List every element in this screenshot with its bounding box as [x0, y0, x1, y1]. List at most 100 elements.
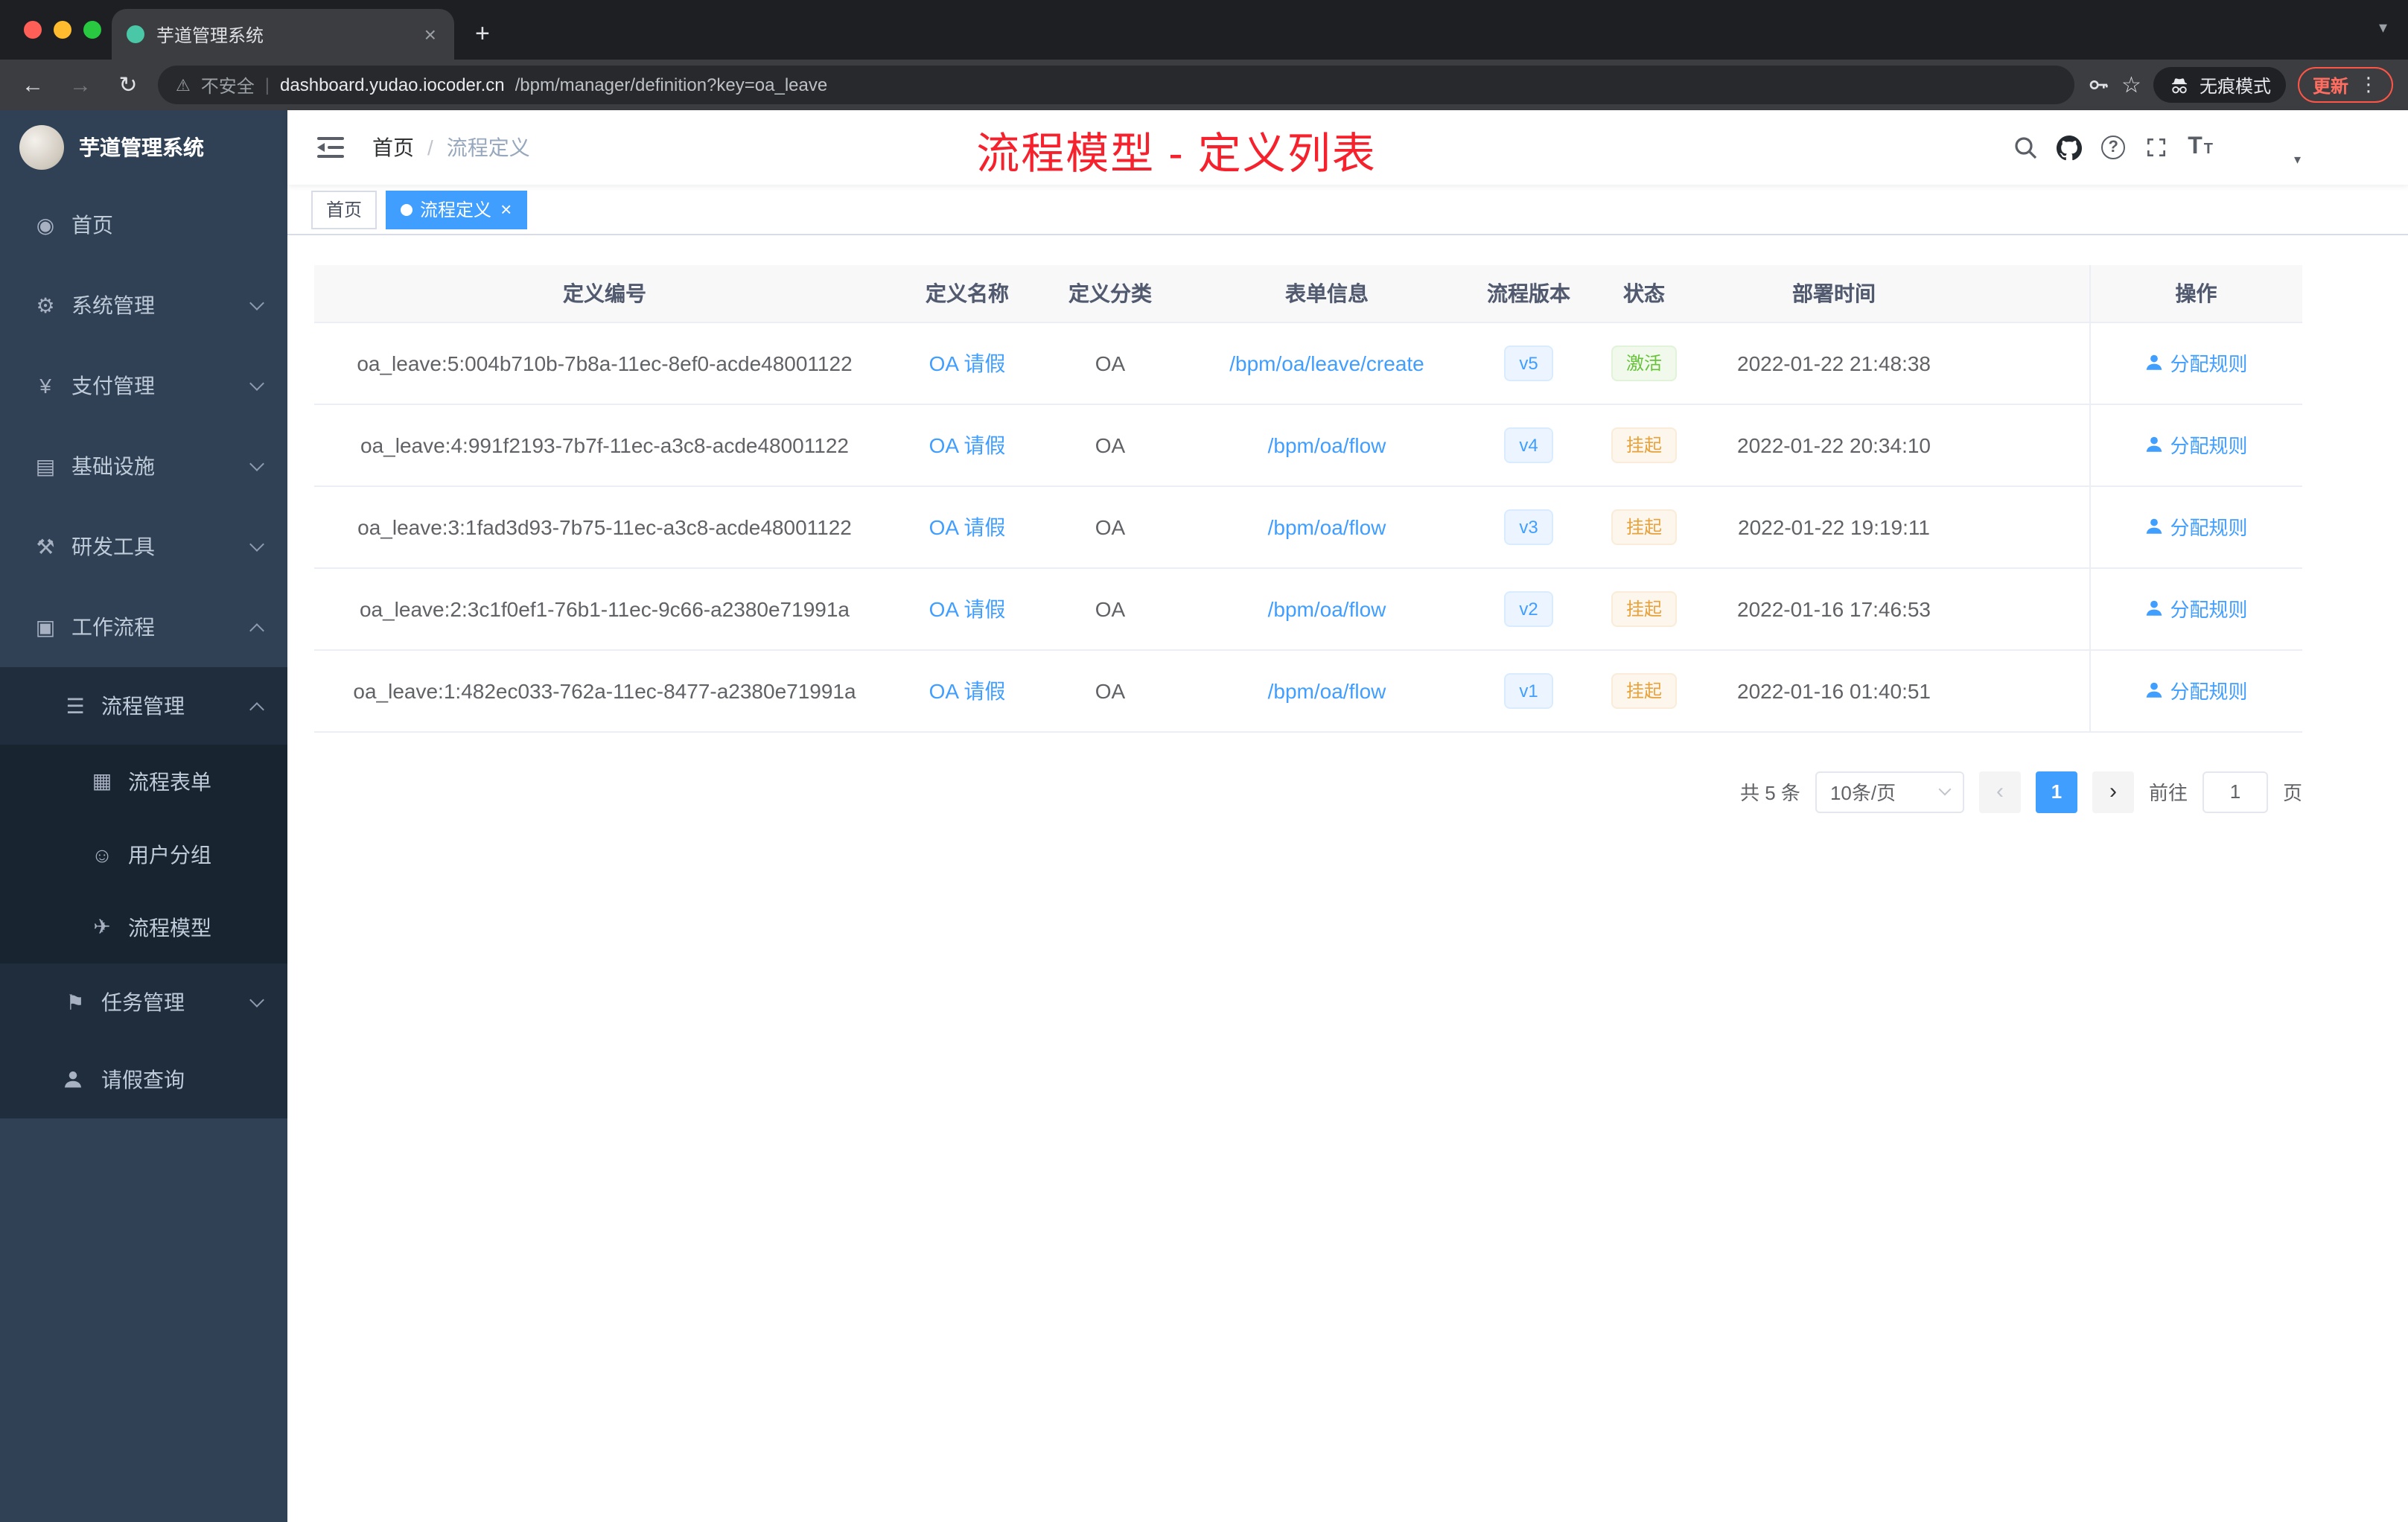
deploy-time: 2022-01-16 01:40:51: [1704, 649, 1964, 732]
user-avatar[interactable]: ▾: [2241, 124, 2301, 171]
chevron-down-icon: [249, 375, 264, 390]
bookmark-star-icon[interactable]: ☆: [2121, 71, 2141, 98]
browser-menu-icon[interactable]: ⋮: [2359, 73, 2378, 97]
col-filler: [1964, 265, 2089, 322]
sidebar-item-system-management[interactable]: ⚙ 系统管理: [0, 265, 287, 346]
definition-category: OA: [1039, 649, 1181, 732]
sidebar-item-dev-tools[interactable]: ⚒ 研发工具: [0, 506, 287, 587]
new-tab-button[interactable]: +: [475, 19, 490, 49]
password-key-icon[interactable]: [2086, 73, 2109, 97]
sidebar-item-process-model[interactable]: ✈ 流程模型: [0, 891, 287, 964]
minimize-window-button[interactable]: [54, 21, 71, 39]
update-chrome-button[interactable]: 更新 ⋮: [2297, 67, 2393, 103]
assign-rule-button[interactable]: 分配规则: [2144, 430, 2248, 459]
assign-rule-button[interactable]: 分配规则: [2144, 676, 2248, 704]
form-link[interactable]: /bpm/oa/flow: [1268, 596, 1386, 620]
definition-name-link[interactable]: OA 请假: [929, 596, 1006, 620]
assign-rule-button[interactable]: 分配规则: [2144, 512, 2248, 541]
sidebar-item-infrastructure[interactable]: ▤ 基础设施: [0, 426, 287, 506]
sidebar-item-workflow[interactable]: ▣ 工作流程: [0, 587, 287, 667]
sidebar-toggle-icon[interactable]: [311, 136, 350, 159]
table-row: oa_leave:3:1fad3d93-7b75-11ec-a3c8-acde4…: [314, 485, 2302, 568]
form-link[interactable]: /bpm/oa/flow: [1268, 678, 1386, 702]
tag-home[interactable]: 首页: [311, 190, 378, 229]
yen-icon: ¥: [39, 374, 51, 398]
flag-icon: ⚑: [66, 990, 85, 1013]
tab-strip: 芋道管理系统 × + ▾: [0, 0, 2408, 60]
maximize-window-button[interactable]: [83, 21, 101, 39]
chevron-down-icon: [249, 992, 264, 1007]
definition-table: 定义编号 定义名称 定义分类 表单信息 流程版本 状态 部署时间 操作 oa_l…: [314, 265, 2302, 732]
col-actions: 操作: [2089, 265, 2302, 322]
url-path: /bpm/manager/definition?key=oa_leave: [515, 74, 828, 95]
col-status: 状态: [1584, 265, 1704, 322]
address-bar[interactable]: ⚠ 不安全 | dashboard.yudao.iocoder.cn/bpm/m…: [158, 66, 2074, 104]
page-size-select[interactable]: 10条/页: [1815, 771, 1964, 812]
reload-button[interactable]: ↻: [110, 71, 146, 98]
sidebar-item-process-form[interactable]: ▦ 流程表单: [0, 745, 287, 818]
tab-favicon-icon: [127, 25, 144, 43]
sidebar-item-process-management[interactable]: ☰ 流程管理: [0, 667, 287, 745]
sidebar-item-leave-query[interactable]: 请假查询: [0, 1041, 287, 1118]
version-badge: v4: [1504, 427, 1553, 462]
prev-page-button[interactable]: ‹: [1978, 771, 2021, 812]
col-deploy-time: 部署时间: [1704, 265, 1964, 322]
user-icon: [63, 1069, 88, 1090]
tag-close-icon[interactable]: ×: [500, 198, 512, 220]
close-window-button[interactable]: [24, 21, 42, 39]
form-link[interactable]: /bpm/oa/leave/create: [1229, 351, 1424, 375]
back-button[interactable]: ←: [15, 72, 51, 98]
github-icon[interactable]: [2057, 135, 2083, 160]
status-badge: 挂起: [1611, 672, 1677, 708]
assign-rule-button[interactable]: 分配规则: [2144, 348, 2248, 377]
tab-title: 芋道管理系统: [156, 25, 264, 45]
search-icon[interactable]: [2013, 136, 2037, 159]
definition-name-link[interactable]: OA 请假: [929, 678, 1006, 702]
form-icon: ▦: [92, 768, 112, 792]
user-icon: [2144, 517, 2164, 536]
browser-tab[interactable]: 芋道管理系统 ×: [112, 9, 454, 60]
tag-process-definition[interactable]: 流程定义 ×: [386, 190, 527, 229]
col-definition-name: 定义名称: [895, 265, 1039, 322]
breadcrumb-separator: /: [427, 136, 433, 159]
font-size-icon[interactable]: TT: [2188, 134, 2213, 161]
form-link[interactable]: /bpm/oa/flow: [1268, 433, 1386, 456]
tab-close-icon[interactable]: ×: [421, 22, 439, 46]
assign-rule-button[interactable]: 分配规则: [2144, 594, 2248, 623]
next-page-button[interactable]: ›: [2092, 771, 2134, 812]
breadcrumb-home[interactable]: 首页: [372, 133, 414, 162]
forward-button[interactable]: →: [63, 72, 98, 98]
infrastructure-icon: ▤: [35, 453, 56, 477]
dashboard-icon: ◉: [36, 212, 55, 236]
definition-id: oa_leave:5:004b710b-7b8a-11ec-8ef0-acde4…: [314, 322, 895, 404]
chevron-down-icon: [249, 295, 264, 310]
process-management-icon: ☰: [66, 693, 85, 717]
status-badge: 挂起: [1611, 509, 1677, 544]
version-badge: v2: [1504, 590, 1553, 626]
fullscreen-icon[interactable]: [2144, 136, 2168, 159]
incognito-icon: [2171, 77, 2188, 93]
browser-toolbar: ← → ↻ ⚠ 不安全 | dashboard.yudao.iocoder.cn…: [0, 60, 2408, 110]
sidebar-item-home[interactable]: ◉ 首页: [0, 185, 287, 265]
definition-name-link[interactable]: OA 请假: [929, 433, 1006, 456]
sidebar-item-payment-management[interactable]: ¥ 支付管理: [0, 346, 287, 426]
status-badge: 挂起: [1611, 590, 1677, 626]
goto-page-input[interactable]: [2202, 771, 2268, 812]
logo-avatar: [19, 125, 64, 170]
definition-name-link[interactable]: OA 请假: [929, 351, 1006, 375]
definition-category: OA: [1039, 404, 1181, 486]
breadcrumb-current: 流程定义: [446, 136, 530, 159]
goto-label: 前往: [2148, 782, 2188, 804]
page-number-1[interactable]: 1: [2035, 771, 2077, 812]
sidebar-item-user-group[interactable]: ☺ 用户分组: [0, 818, 287, 891]
workflow-icon: ▣: [35, 614, 56, 638]
sidebar-item-task-management[interactable]: ⚑ 任务管理: [0, 964, 287, 1041]
incognito-label: 无痕模式: [2199, 75, 2271, 96]
definition-id: oa_leave:1:482ec033-762a-11ec-8477-a2380…: [314, 649, 895, 732]
help-icon[interactable]: ?: [2101, 136, 2126, 159]
update-label: 更新: [2312, 75, 2348, 96]
tab-search-icon[interactable]: ▾: [2379, 18, 2387, 37]
form-link[interactable]: /bpm/oa/flow: [1268, 515, 1386, 538]
table-row: oa_leave:1:482ec033-762a-11ec-8477-a2380…: [314, 649, 2302, 732]
definition-name-link[interactable]: OA 请假: [929, 515, 1006, 538]
